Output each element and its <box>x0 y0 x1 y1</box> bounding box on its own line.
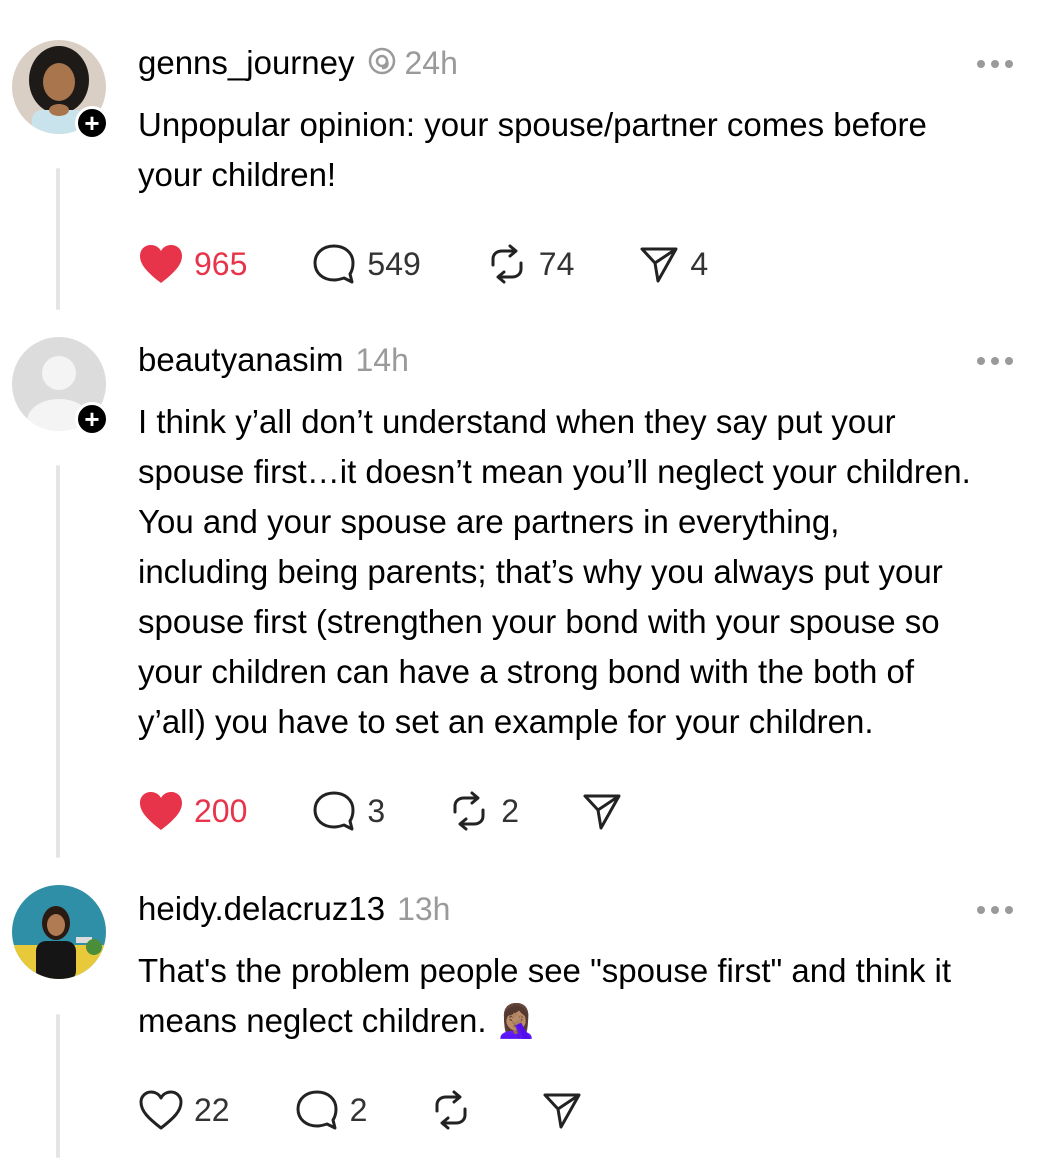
like-count: 200 <box>194 792 248 829</box>
comment-icon <box>313 791 355 831</box>
thread-line <box>56 1014 60 1158</box>
post-actions: 22 2 <box>138 1085 583 1135</box>
repost-icon <box>435 1090 467 1130</box>
repost-icon <box>453 791 485 831</box>
comment-count: 549 <box>367 245 421 282</box>
comment-count: 2 <box>349 1091 368 1128</box>
threads-icon <box>367 46 397 81</box>
post-text: Unpopular opinion: your spouse/partner c… <box>138 106 927 193</box>
more-options-icon[interactable] <box>977 60 1013 68</box>
comment-button[interactable]: 2 <box>294 1088 368 1132</box>
share-button[interactable] <box>581 790 623 832</box>
like-button[interactable]: 965 <box>138 243 247 285</box>
like-button[interactable]: 200 <box>138 790 247 832</box>
post-text-body: That's the problem people see "spouse fi… <box>138 952 952 1039</box>
like-count: 22 <box>194 1091 230 1128</box>
more-options-icon[interactable] <box>977 906 1013 914</box>
post-time: 14h <box>355 342 409 378</box>
post-header: heidy.delacruz13 13h <box>138 890 450 928</box>
thread-line <box>56 465 60 858</box>
thread-line <box>56 168 60 310</box>
post-actions: 200 3 2 <box>138 786 623 836</box>
avatar[interactable] <box>12 885 106 979</box>
send-icon <box>583 794 621 830</box>
post-time: 24h <box>404 45 458 81</box>
share-button[interactable] <box>541 1089 583 1131</box>
share-button[interactable]: 4 <box>638 243 708 285</box>
comment-button[interactable]: 3 <box>311 789 385 833</box>
post-text: I think y’all don’t understand when they… <box>138 403 971 740</box>
repost-button[interactable]: 2 <box>447 790 519 832</box>
repost-button[interactable] <box>429 1089 473 1131</box>
facepalm-emoji: 🤦🏽‍♀️ <box>495 1002 537 1039</box>
follow-plus-icon[interactable]: + <box>75 106 109 140</box>
heart-filled-icon <box>140 792 182 830</box>
share-count: 4 <box>690 245 709 282</box>
follow-plus-icon[interactable]: + <box>75 402 109 436</box>
post-text: That's the problem people see "spouse fi… <box>138 946 1038 1046</box>
username[interactable]: beautyanasim <box>138 341 343 379</box>
like-count: 965 <box>194 245 248 282</box>
post-header: beautyanasim 14h <box>138 341 409 379</box>
heart-filled-icon <box>140 245 182 283</box>
more-options-icon[interactable] <box>977 357 1013 365</box>
post-time: 13h <box>397 891 451 927</box>
username[interactable]: genns_journey <box>138 44 355 82</box>
repost-icon <box>491 244 523 284</box>
post-actions: 965 549 74 4 <box>138 239 708 289</box>
comment-icon <box>313 244 355 284</box>
like-button[interactable]: 22 <box>138 1089 230 1131</box>
username[interactable]: heidy.delacruz13 <box>138 890 385 928</box>
send-icon <box>543 1093 581 1129</box>
post-header: genns_journey 24h <box>138 44 458 82</box>
comment-icon <box>296 1090 338 1130</box>
comment-count: 3 <box>367 792 386 829</box>
repost-button[interactable]: 74 <box>485 243 575 285</box>
repost-count: 74 <box>538 245 575 282</box>
repost-count: 2 <box>501 792 519 829</box>
heart-outline-icon <box>139 1090 183 1130</box>
comment-button[interactable]: 549 <box>311 242 421 286</box>
send-icon <box>640 247 678 283</box>
